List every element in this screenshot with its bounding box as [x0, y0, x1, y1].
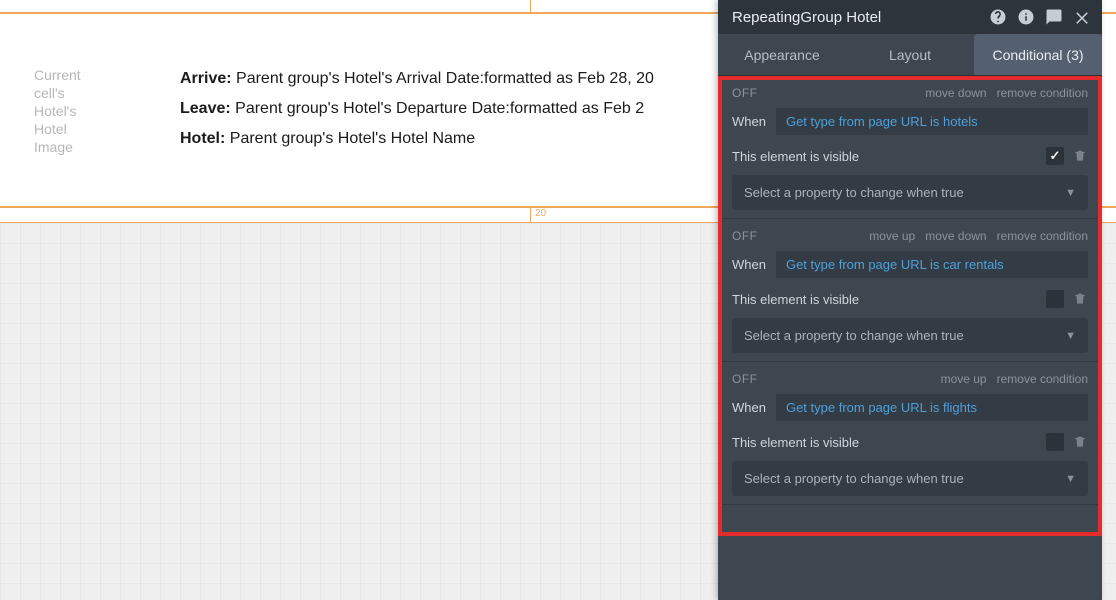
text-row-value: Parent group's Hotel's Arrival Date:form… [236, 70, 654, 87]
chevron-down-icon: ▼ [1065, 473, 1076, 485]
visible-property-label: This element is visible [732, 149, 1046, 164]
condition-status[interactable]: OFF [732, 86, 758, 100]
visible-checkbox[interactable] [1046, 290, 1064, 308]
condition-status[interactable]: OFF [732, 372, 758, 386]
info-icon[interactable] [1016, 7, 1036, 27]
move-down-link[interactable]: move down [925, 86, 986, 100]
text-row-label: Arrive: [180, 70, 232, 87]
ruler-tick-mid [530, 206, 531, 222]
ruler-tick-top [530, 0, 531, 12]
delete-property-icon[interactable] [1072, 434, 1088, 450]
dropdown-placeholder: Select a property to change when true [744, 185, 1065, 200]
condition-block: OFF move up move down remove condition W… [718, 219, 1102, 362]
text-row-label: Leave: [180, 100, 231, 117]
visible-checkbox[interactable] [1046, 147, 1064, 165]
help-icon[interactable] [988, 7, 1008, 27]
panel-header[interactable]: RepeatingGroup Hotel [718, 0, 1102, 34]
comment-icon[interactable] [1044, 7, 1064, 27]
move-down-link[interactable]: move down [925, 229, 986, 243]
condition-block: OFF move up remove condition When Get ty… [718, 362, 1102, 505]
dropdown-placeholder: Select a property to change when true [744, 471, 1065, 486]
remove-condition-link[interactable]: remove condition [997, 86, 1088, 100]
when-label: When [732, 114, 766, 129]
tab-appearance[interactable]: Appearance [718, 34, 846, 75]
panel-tabs: Appearance Layout Conditional (3) [718, 34, 1102, 76]
remove-condition-link[interactable]: remove condition [997, 372, 1088, 386]
conditions-list[interactable]: OFF move down remove condition When Get … [718, 76, 1102, 600]
add-property-dropdown[interactable]: Select a property to change when true ▼ [732, 175, 1088, 210]
close-icon[interactable] [1072, 7, 1092, 27]
text-row-value: Parent group's Hotel's Departure Date:fo… [235, 100, 644, 117]
condition-status[interactable]: OFF [732, 229, 758, 243]
ruler-label-mid: 20 [535, 208, 546, 219]
visible-property-label: This element is visible [732, 292, 1046, 307]
chevron-down-icon: ▼ [1065, 187, 1076, 199]
delete-property-icon[interactable] [1072, 291, 1088, 307]
visible-property-label: This element is visible [732, 435, 1046, 450]
image-placeholder[interactable]: Current cell's Hotel's Hotel Image [34, 66, 102, 156]
when-label: When [732, 257, 766, 272]
tab-layout[interactable]: Layout [846, 34, 974, 75]
remove-condition-link[interactable]: remove condition [997, 229, 1088, 243]
when-label: When [732, 400, 766, 415]
text-row-value: Parent group's Hotel's Hotel Name [230, 130, 475, 147]
move-up-link[interactable]: move up [869, 229, 915, 243]
when-expression-input[interactable]: Get type from page URL is hotels [776, 108, 1088, 135]
move-up-link[interactable]: move up [941, 372, 987, 386]
add-property-dropdown[interactable]: Select a property to change when true ▼ [732, 318, 1088, 353]
condition-block: OFF move down remove condition When Get … [718, 76, 1102, 219]
dropdown-placeholder: Select a property to change when true [744, 328, 1065, 343]
when-expression-input[interactable]: Get type from page URL is car rentals [776, 251, 1088, 278]
property-editor-panel: RepeatingGroup Hotel Appearance Layout C… [718, 0, 1102, 600]
chevron-down-icon: ▼ [1065, 330, 1076, 342]
text-row-label: Hotel: [180, 130, 225, 147]
tab-conditional[interactable]: Conditional (3) [974, 34, 1102, 75]
when-expression-input[interactable]: Get type from page URL is flights [776, 394, 1088, 421]
panel-title: RepeatingGroup Hotel [732, 9, 881, 26]
add-property-dropdown[interactable]: Select a property to change when true ▼ [732, 461, 1088, 496]
visible-checkbox[interactable] [1046, 433, 1064, 451]
delete-property-icon[interactable] [1072, 148, 1088, 164]
